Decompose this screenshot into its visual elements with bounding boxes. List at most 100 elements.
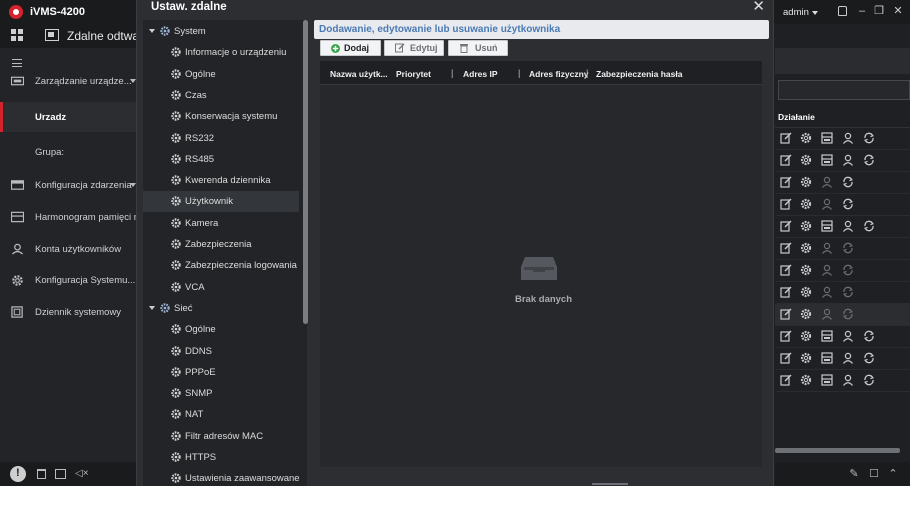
tree-scrollbar[interactable] [303, 20, 308, 324]
tree-item[interactable]: Ustawienia zaawansowane [143, 468, 300, 486]
tree-item[interactable]: PPPoE [143, 362, 299, 383]
table-row[interactable] [775, 172, 910, 194]
tree-item[interactable]: NAT [143, 404, 299, 425]
tree-item[interactable]: SNMP [143, 383, 299, 404]
image-icon[interactable] [55, 469, 66, 479]
edit-icon[interactable] [780, 242, 792, 254]
storage-icon[interactable] [821, 330, 833, 342]
user-icon[interactable] [842, 352, 854, 364]
nav-item[interactable]: Grupa: [0, 137, 136, 167]
tree-item[interactable]: Zabezpieczenia logowania [143, 255, 299, 276]
refresh-icon[interactable] [863, 330, 875, 342]
user-icon[interactable] [842, 374, 854, 386]
column-header[interactable]: Priorytet [396, 69, 431, 79]
edit-icon[interactable] [780, 264, 792, 276]
table-row[interactable] [775, 150, 910, 172]
table-row[interactable] [775, 282, 910, 304]
settings-icon[interactable] [800, 220, 812, 232]
user-icon[interactable] [842, 330, 854, 342]
lock-icon[interactable] [838, 6, 847, 16]
nav-item[interactable]: Urzadz [0, 102, 136, 132]
alarm-icon[interactable] [10, 466, 26, 482]
close-window-icon[interactable]: ✕ [892, 5, 904, 17]
tree-item[interactable]: Zabezpieczenia [143, 234, 299, 255]
refresh-icon[interactable] [842, 242, 854, 254]
refresh-icon[interactable] [863, 154, 875, 166]
edit-icon[interactable] [780, 220, 792, 232]
settings-icon[interactable] [800, 154, 812, 166]
refresh-icon[interactable] [842, 264, 854, 276]
nav-item[interactable]: Konfiguracja zdarzenia [0, 170, 136, 200]
refresh-icon[interactable] [863, 132, 875, 144]
storage-icon[interactable] [821, 374, 833, 386]
refresh-icon[interactable] [842, 176, 854, 188]
delete-button[interactable]: Usuń [448, 40, 508, 56]
expand-arrow-icon[interactable] [149, 305, 155, 310]
user-menu[interactable]: admin [783, 7, 809, 18]
edit-icon[interactable] [780, 286, 792, 298]
filter-input[interactable] [778, 80, 910, 100]
tree-item[interactable]: RS485 [143, 149, 299, 170]
trash-icon[interactable] [37, 469, 46, 479]
settings-icon[interactable] [800, 176, 812, 188]
tree-item[interactable]: Kamera [143, 213, 299, 234]
user-icon[interactable] [821, 198, 833, 210]
refresh-icon[interactable] [842, 308, 854, 320]
chevron-down-icon[interactable] [812, 11, 818, 15]
table-row[interactable] [775, 216, 910, 238]
edit-icon[interactable] [780, 154, 792, 166]
tree-item[interactable]: Czas [143, 85, 299, 106]
tree-item[interactable]: VCA [143, 277, 299, 298]
user-icon[interactable] [842, 132, 854, 144]
settings-icon[interactable] [800, 264, 812, 276]
tree-item[interactable]: Użytkownik [143, 191, 299, 213]
edit-icon[interactable] [780, 132, 792, 144]
user-icon[interactable] [842, 154, 854, 166]
tree-group[interactable]: Sieć [143, 298, 299, 319]
edit-icon[interactable] [780, 352, 792, 364]
column-header[interactable]: Zabezpieczenia hasła [596, 69, 682, 79]
edit-button[interactable]: Edytuj [384, 40, 444, 56]
table-row[interactable] [775, 370, 910, 392]
nav-item[interactable]: Harmonogram pamięci m [0, 202, 142, 232]
storage-icon[interactable] [821, 220, 833, 232]
horizontal-scrollbar[interactable] [775, 448, 900, 453]
table-row[interactable] [775, 238, 910, 260]
user-icon[interactable] [821, 176, 833, 188]
user-icon[interactable] [821, 242, 833, 254]
column-header[interactable]: Adres IP [463, 69, 498, 79]
table-row[interactable] [775, 304, 910, 326]
user-icon[interactable] [842, 220, 854, 232]
settings-icon[interactable] [800, 374, 812, 386]
tree-item[interactable]: Kwerenda dziennika [143, 170, 299, 191]
settings-icon[interactable] [800, 286, 812, 298]
refresh-icon[interactable] [863, 352, 875, 364]
tree-group[interactable]: System [143, 21, 299, 42]
edit-icon[interactable] [780, 176, 792, 188]
resize-grip[interactable] [592, 483, 628, 485]
user-icon[interactable] [821, 308, 833, 320]
refresh-icon[interactable] [863, 220, 875, 232]
table-row[interactable] [775, 260, 910, 282]
user-icon[interactable] [821, 286, 833, 298]
tree-item[interactable]: RS232 [143, 128, 299, 149]
storage-icon[interactable] [821, 132, 833, 144]
settings-icon[interactable] [800, 330, 812, 342]
tree-item[interactable]: Konserwacja systemu [143, 106, 299, 127]
expand-arrow-icon[interactable] [149, 29, 155, 33]
storage-icon[interactable] [821, 154, 833, 166]
minimize-icon[interactable]: – [856, 5, 868, 17]
tree-item[interactable]: HTTPS [143, 447, 299, 468]
edit-icon[interactable] [780, 198, 792, 210]
nav-item[interactable]: Konfiguracja Systemu... [0, 265, 136, 295]
column-header[interactable]: Nazwa użytk... [330, 69, 388, 79]
nav-item[interactable]: Dziennik systemowy [0, 297, 136, 327]
edit-icon[interactable] [780, 308, 792, 320]
refresh-icon[interactable] [842, 198, 854, 210]
settings-icon[interactable] [800, 198, 812, 210]
tree-item[interactable]: DDNS [143, 341, 299, 362]
table-row[interactable] [775, 326, 910, 348]
settings-icon[interactable] [800, 308, 812, 320]
table-row[interactable] [775, 348, 910, 370]
tree-item[interactable]: Informacje o urządzeniu [143, 42, 299, 63]
